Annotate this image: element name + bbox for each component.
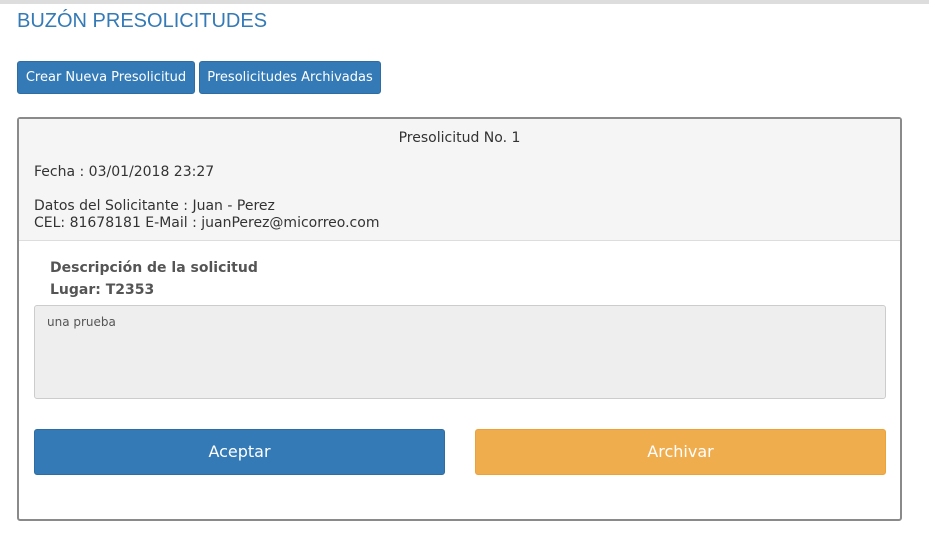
description-textarea[interactable]: una prueba — [34, 305, 886, 399]
archive-button[interactable]: Archivar — [475, 429, 886, 475]
create-presolicitud-button[interactable]: Crear Nueva Presolicitud — [17, 61, 195, 94]
request-date: Fecha : 03/01/2018 23:27 — [34, 164, 215, 180]
page-title: BUZÓN PRESOLICITUDES — [17, 10, 268, 32]
location-label: Lugar: T2353 — [50, 282, 155, 298]
panel-heading: Presolicitud No. 1 Fecha : 03/01/2018 23… — [19, 119, 900, 241]
requester-name: Datos del Solicitante : Juan - Perez — [34, 198, 275, 214]
top-border — [0, 0, 929, 4]
presolicitud-number: Presolicitud No. 1 — [398, 130, 521, 146]
presolicitud-panel: Presolicitud No. 1 Fecha : 03/01/2018 23… — [17, 117, 902, 521]
requester-contact: CEL: 81678181 E-Mail : juanPerez@micorre… — [34, 215, 380, 231]
archived-presolicitudes-button[interactable]: Presolicitudes Archivadas — [199, 61, 381, 94]
accept-button[interactable]: Aceptar — [34, 429, 445, 475]
description-label: Descripción de la solicitud — [50, 260, 258, 276]
